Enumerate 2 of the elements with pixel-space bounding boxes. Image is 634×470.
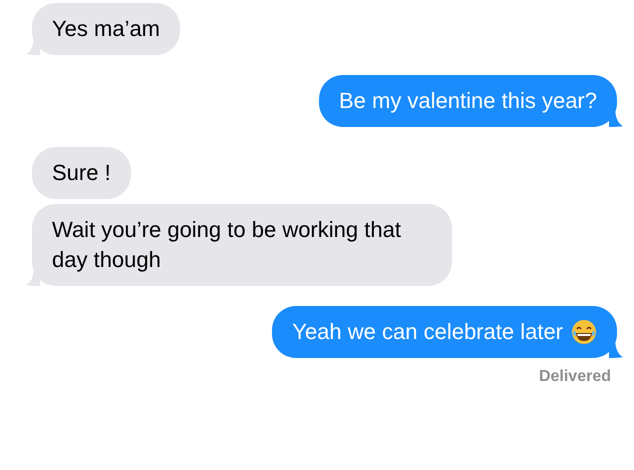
delivery-status: Delivered — [538, 368, 611, 386]
message-bubble: Sure ! — [32, 147, 131, 199]
